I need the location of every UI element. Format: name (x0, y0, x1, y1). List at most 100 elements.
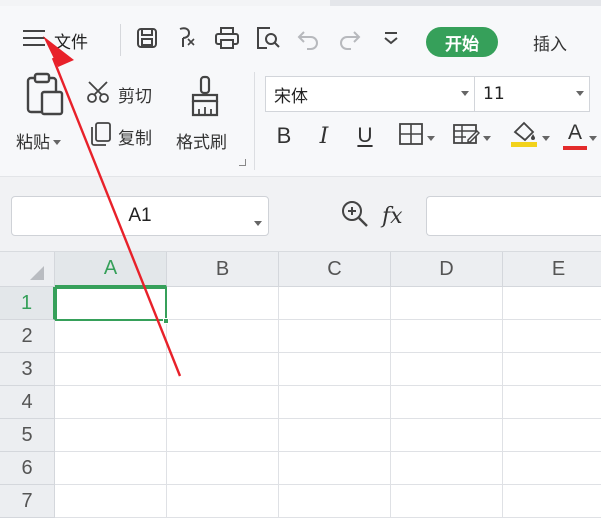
row-header-6[interactable]: 6 (0, 452, 55, 485)
cell-b2[interactable] (167, 320, 279, 353)
cell-c1[interactable] (279, 287, 391, 320)
format-painter-label: 格式刷 (176, 132, 227, 153)
customize-dropdown-icon (382, 30, 400, 50)
undo-button[interactable] (292, 24, 326, 56)
column-header-a[interactable]: A (55, 252, 167, 287)
zoom-search-icon[interactable] (340, 199, 370, 233)
font-color-swatch (563, 145, 587, 150)
clipboard-group-launcher-icon[interactable] (239, 159, 246, 166)
select-all-corner[interactable] (0, 252, 55, 287)
chevron-down-icon (541, 127, 550, 146)
copy-icon (88, 121, 112, 151)
cell-d2[interactable] (391, 320, 503, 353)
cell-style-icon (452, 122, 480, 150)
cell-a3[interactable] (55, 353, 167, 386)
chevron-down-icon (482, 127, 491, 146)
cell-a7[interactable] (55, 485, 167, 518)
fill-color-icon (509, 120, 539, 152)
fill-handle[interactable] (163, 318, 169, 324)
copy-button[interactable]: 复制 (88, 122, 152, 150)
cell-e1[interactable] (503, 287, 601, 320)
paste-button[interactable] (20, 72, 68, 118)
format-painter-label-button[interactable]: 格式刷 (176, 126, 227, 154)
save-button[interactable] (130, 24, 164, 56)
cell-a2[interactable] (55, 320, 167, 353)
row-header-4[interactable]: 4 (0, 386, 55, 419)
cell-d6[interactable] (391, 452, 503, 485)
hamburger-menu-icon (22, 29, 46, 51)
row-header-5[interactable]: 5 (0, 419, 55, 452)
file-menu-button[interactable]: 文件 (22, 26, 88, 54)
print-preview-button[interactable] (250, 24, 284, 56)
cut-label: 剪切 (118, 86, 152, 107)
cell-e5[interactable] (503, 419, 601, 452)
bold-icon: B (276, 123, 292, 148)
row-header-2[interactable]: 2 (0, 320, 55, 353)
redo-button[interactable] (332, 24, 366, 56)
cell-a4[interactable] (55, 386, 167, 419)
font-name-select[interactable]: 宋体 (265, 76, 475, 112)
underline-button[interactable]: U (350, 120, 380, 152)
cell-a5[interactable] (55, 419, 167, 452)
quick-format-painter-button[interactable] (170, 24, 204, 56)
cell-d1[interactable] (391, 287, 503, 320)
font-color-icon: A (563, 122, 587, 150)
cell-d5[interactable] (391, 419, 503, 452)
borders-button[interactable] (394, 120, 438, 152)
underline-icon: U (357, 124, 373, 147)
name-box[interactable]: A1 (11, 196, 269, 236)
font-color-button[interactable]: A (562, 120, 598, 152)
row-header-7[interactable]: 7 (0, 485, 55, 518)
cell-b3[interactable] (167, 353, 279, 386)
cell-b5[interactable] (167, 419, 279, 452)
cell-d3[interactable] (391, 353, 503, 386)
copy-label: 复制 (118, 128, 152, 149)
cell-a1[interactable] (55, 287, 167, 320)
cell-d4[interactable] (391, 386, 503, 419)
print-button[interactable] (210, 24, 244, 56)
cell-b6[interactable] (167, 452, 279, 485)
tab-home[interactable]: 开始 (426, 27, 498, 57)
cell-c4[interactable] (279, 386, 391, 419)
home-ribbon: 粘贴 剪切 复制 格式刷 宋体 11 B I U A (0, 70, 601, 176)
insert-function-button[interactable]: fx (382, 204, 403, 229)
chevron-down-icon (426, 127, 435, 146)
row-header-3[interactable]: 3 (0, 353, 55, 386)
cell-style-button[interactable] (448, 120, 494, 152)
cell-c2[interactable] (279, 320, 391, 353)
font-size-select[interactable]: 11 (474, 76, 590, 112)
cell-c7[interactable] (279, 485, 391, 518)
chevron-down-icon (456, 91, 474, 97)
row-header-1[interactable]: 1 (0, 287, 55, 320)
cell-a6[interactable] (55, 452, 167, 485)
column-header-d[interactable]: D (391, 252, 503, 287)
cell-b7[interactable] (167, 485, 279, 518)
column-header-e[interactable]: E (503, 252, 601, 287)
print-icon (214, 26, 240, 54)
column-header-c[interactable]: C (279, 252, 391, 287)
tab-insert[interactable]: 插入 (520, 27, 580, 57)
italic-button[interactable]: I (310, 120, 338, 152)
formula-input[interactable] (426, 196, 601, 236)
cell-e6[interactable] (503, 452, 601, 485)
fill-color-button[interactable] (506, 120, 552, 152)
cell-c5[interactable] (279, 419, 391, 452)
cell-e4[interactable] (503, 386, 601, 419)
ribbon-divider (254, 72, 255, 170)
chevron-down-icon (589, 127, 597, 146)
cell-b4[interactable] (167, 386, 279, 419)
column-header-b[interactable]: B (167, 252, 279, 287)
cell-e7[interactable] (503, 485, 601, 518)
cut-button[interactable]: 剪切 (86, 80, 152, 108)
customize-quick-access-button[interactable] (374, 24, 408, 56)
bold-button[interactable]: B (270, 120, 298, 152)
cell-d7[interactable] (391, 485, 503, 518)
paste-dropdown-button[interactable]: 粘贴 (16, 126, 61, 154)
cell-b1[interactable] (167, 287, 279, 320)
cell-e3[interactable] (503, 353, 601, 386)
cell-c3[interactable] (279, 353, 391, 386)
format-painter-button[interactable] (186, 75, 226, 120)
cell-c6[interactable] (279, 452, 391, 485)
paste-label: 粘贴 (16, 132, 50, 153)
cell-e2[interactable] (503, 320, 601, 353)
